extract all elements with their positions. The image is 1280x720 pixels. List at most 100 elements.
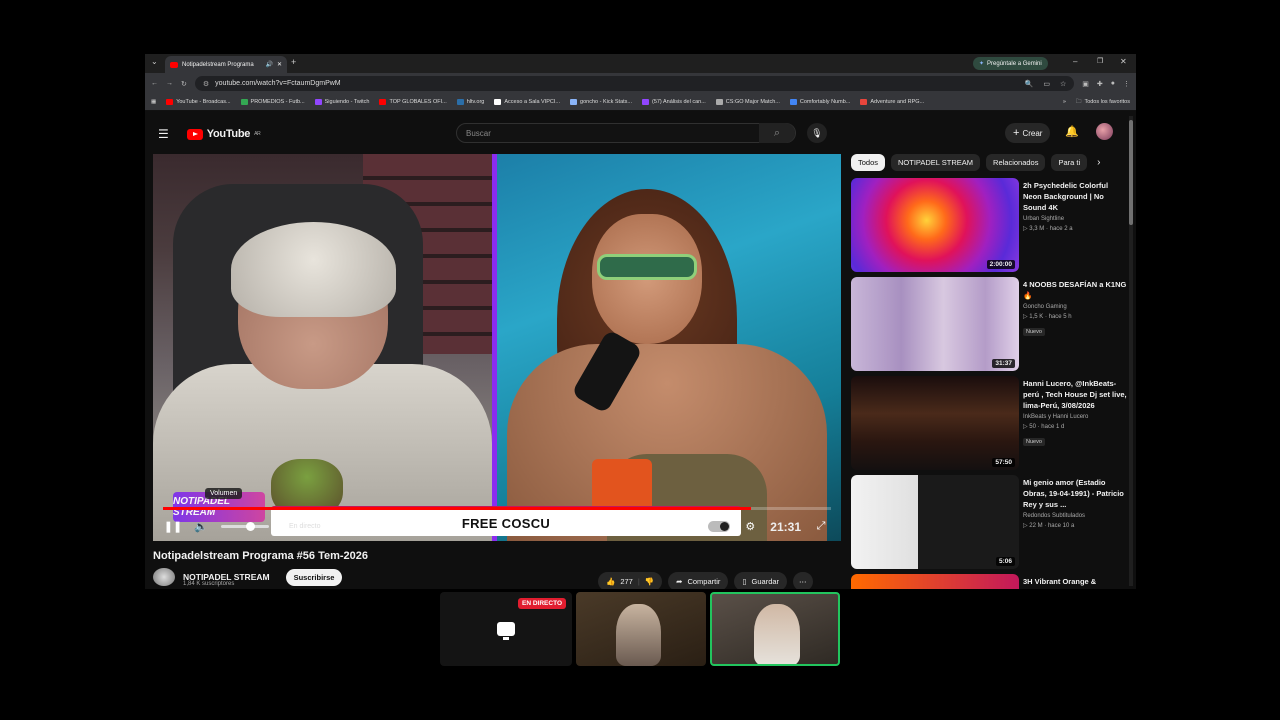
progress-fill [163,507,751,510]
voice-search-button[interactable]: 🎙 [807,123,827,143]
bookmark-star-icon[interactable]: ☆ [1060,80,1066,88]
tab-list-chevron-icon[interactable]: ⌄ [151,57,158,66]
maximize-icon[interactable]: ❐ [1097,57,1103,65]
camera-tile-1[interactable] [576,592,706,666]
recommendation-title[interactable]: Hanni Lucero, @InkBeats-perú , Tech Hous… [1023,378,1128,411]
recommendation-title[interactable]: 2h Psychedelic Colorful Neon Background … [1023,180,1128,213]
chip-relacionados[interactable]: Relacionados [986,154,1046,171]
notifications-bell-icon[interactable]: 🔔 [1065,125,1079,138]
pause-button[interactable]: ❚❚ [164,519,182,535]
bookmark-item[interactable]: YouTube - Broadcas... [166,99,231,105]
settings-gear-icon[interactable]: ⚙ [742,519,758,535]
thumbs-down-icon[interactable]: 👎 [645,577,654,586]
bookmark-item[interactable]: goncho - Kick Stats... [570,99,632,105]
search-button[interactable]: ⌕ [759,123,795,143]
recommendation-item[interactable]: 31:37 4 NOOBS DESAFÍAN a K1NG 🔥 Goncho Gam… [851,277,1131,376]
tab-title: Notipadelstream Programa [182,61,254,68]
apps-grid-icon[interactable]: ▦ [151,99,156,105]
gemini-button[interactable]: ✦ Pregúntale a Gemini [973,57,1048,70]
forward-icon[interactable]: → [166,80,173,87]
recommendation-channel[interactable]: InkBeats y Hanni Lucero [1023,414,1128,420]
recommendation-channel[interactable]: Redondos Subtitulados [1023,513,1128,519]
recommendation-stats: ▷ 3,3 M · hace 2 a [1023,226,1073,232]
volume-button[interactable]: 🔈 [193,519,209,535]
recommendation-thumbnail[interactable]: 5:06 [851,475,1019,569]
live-chip[interactable]: En directo [281,521,329,532]
bookmark-item[interactable]: PROMEDIOS - Futb... [240,99,305,105]
recommendation-meta: 2h Psychedelic Colorful Neon Background … [1023,178,1128,277]
minimize-icon[interactable]: – [1073,57,1077,66]
bookmark-item[interactable]: hltv.org [456,99,484,105]
recommendation-channel[interactable]: Goncho Gaming [1023,304,1128,310]
cast-icon[interactable]: ▭ [1043,80,1050,88]
screen-share-tile[interactable]: EN DIRECTO [440,592,572,666]
extension-icon[interactable]: ▣ [1082,80,1089,88]
gemini-label: Pregúntale a Gemini [987,60,1042,67]
close-window-icon[interactable]: ✕ [1120,57,1127,66]
autoplay-toggle[interactable] [708,521,731,532]
bookmark-item[interactable]: TOP GLOBALES OFI... [379,99,447,105]
volume-tooltip: Volumen [205,488,243,499]
volume-slider[interactable] [221,522,269,531]
camera-tile-2[interactable] [710,592,840,666]
live-badge: EN DIRECTO [518,598,566,609]
new-tab-icon[interactable]: + [291,57,296,67]
recommendation-item[interactable]: 57:50 Hanni Lucero, @InkBeats-perú , Tech… [851,376,1131,475]
back-icon[interactable]: ← [151,80,158,87]
chip-notipadel-stream[interactable]: NOTIPADEL STREAM [891,154,981,171]
recommendation-title[interactable]: 4 NOOBS DESAFÍAN a K1NG 🔥 [1023,279,1128,301]
menu-dots-icon[interactable]: ⋮ [1123,80,1130,88]
more-actions-button[interactable]: ⋯ [793,572,813,589]
bookmark-item[interactable]: (57) Análisis del can... [641,99,706,105]
chips-next-arrow-icon[interactable]: › [1097,157,1100,168]
more-bookmarks-icon[interactable]: » [1063,99,1066,105]
recommendation-thumbnail[interactable] [851,574,1019,589]
recommendation-title[interactable]: 3H Vibrant Orange & [1023,576,1128,587]
hamburger-menu-icon[interactable]: ☰ [158,127,169,141]
audio-icon[interactable]: 🔊 [265,61,272,68]
recommendation-item[interactable]: 2:00:00 2h Psychedelic Colorful Neon Back… [851,178,1131,277]
subscribe-button[interactable]: Suscribirse [285,568,343,586]
profile-icon[interactable]: ● [1111,80,1115,87]
scrollbar-thumb[interactable] [1129,120,1133,225]
bookmark-item[interactable]: Siguiendo - Twitch [314,99,369,105]
fullscreen-icon[interactable]: ⤢ [813,519,829,535]
gemini-icon: ✦ [979,61,985,67]
chip-para-ti[interactable]: Para ti [1051,154,1088,171]
all-favorites-folder[interactable]: 🗀 Todos los favoritos [1076,98,1130,107]
site-info-icon[interactable]: ⚙ [203,80,209,88]
recommendation-item[interactable]: 5:06 Mi genio amor (Estadio Obras, 19-04-… [851,475,1131,574]
page-scrollbar[interactable] [1129,116,1133,586]
recommendation-channel[interactable]: Urban Sightline [1023,216,1128,222]
recommendation-thumbnail[interactable]: 2:00:00 [851,178,1019,272]
search-input[interactable]: Buscar ⌕ [456,123,796,143]
youtube-logo[interactable]: YouTube AR [186,128,261,140]
chip-todos[interactable]: Todos [851,154,886,171]
create-button[interactable]: + Crear [1005,123,1051,143]
close-tab-icon[interactable]: ✕ [277,61,282,68]
zoom-icon[interactable]: 🔍 [1025,80,1034,88]
plus-icon: + [1013,127,1020,139]
video-player[interactable]: NOTIPADEL STREAM FREE COSCU Volumen ❚❚ 🔈… [153,154,841,541]
progress-bar[interactable] [163,507,831,510]
save-button[interactable]: ▯ Guardar [734,572,788,589]
bookmark-item[interactable]: Acceso a Sala VIPCI... [494,99,560,105]
recommendation-thumbnail[interactable]: 31:37 [851,277,1019,371]
bookmark-item[interactable]: CS:GO Major Match... [715,99,780,105]
browser-tab[interactable]: Notipadelstream Programa 🔊 ✕ [165,56,287,73]
share-button[interactable]: ➦ Compartir [668,572,729,589]
bookmark-item[interactable]: Comfortably Numb... [789,99,850,105]
like-button[interactable]: 👍 277 | 👎 [598,572,663,589]
channel-avatar[interactable] [153,568,175,586]
volume-knob[interactable] [245,522,255,531]
recommendation-thumbnail[interactable]: 57:50 [851,376,1019,470]
account-avatar[interactable] [1096,123,1113,140]
duration-badge: 2:00:00 [986,260,1015,269]
recommendation-title[interactable]: Mi genio amor (Estadio Obras, 19-04-1991… [1023,477,1128,510]
bookmark-item[interactable]: Adventure and RPG... [860,99,924,105]
reload-icon[interactable]: ↻ [181,80,187,88]
recommendation-item[interactable]: 3H Vibrant Orange & [851,574,1131,589]
recommendation-stats: ▷ 1,5 K · hace 5 h [1023,314,1072,320]
url-field[interactable]: ⚙ youtube.com/watch?v=FctaumDgmPwM 🔍 ▭ ☆ [194,76,1075,91]
extensions-puzzle-icon[interactable]: ✚ [1097,80,1103,88]
